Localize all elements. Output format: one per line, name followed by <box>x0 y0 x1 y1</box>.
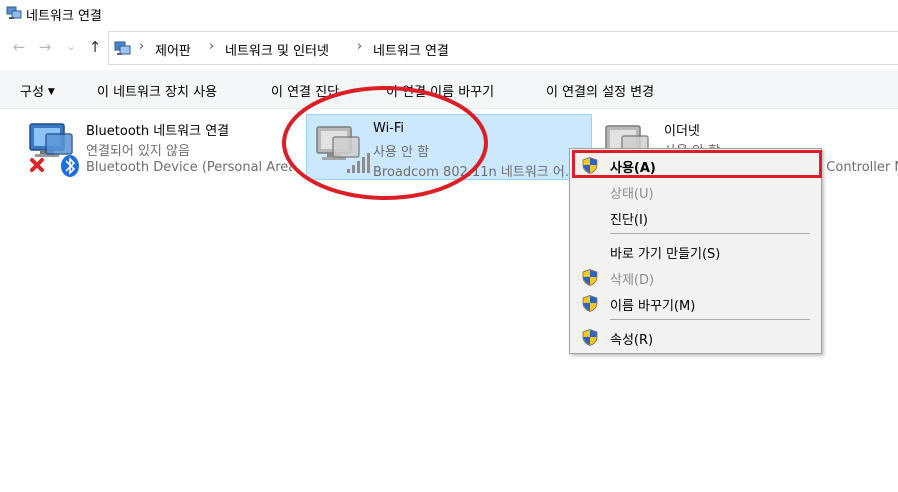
breadcrumb-separator: › <box>357 39 363 54</box>
organize-label: 구성 <box>20 85 44 100</box>
context-menu: 사용(A) 상태(U) 진단(I) 바로 가기 만들기(S) 삭제(D) 이름 … <box>569 148 822 354</box>
connection-device: Bluetooth Device (Personal Area ... <box>86 160 292 175</box>
menu-item-create-shortcut[interactable]: 바로 가기 만들기(S) <box>570 239 821 263</box>
breadcrumb-network-internet[interactable]: 네트워크 및 인터넷 <box>225 40 329 59</box>
connection-name: 이더넷 <box>664 124 700 139</box>
breadcrumb-network-connections[interactable]: 네트워크 연결 <box>373 40 449 59</box>
menu-item-label: 진단(I) <box>610 213 648 228</box>
uac-shield-icon <box>582 329 598 346</box>
change-settings-button[interactable]: 이 연결의 설정 변경 <box>546 81 654 100</box>
menu-item-label: 상태(U) <box>610 187 654 202</box>
breadcrumb-control-panel[interactable]: 제어판 <box>155 40 191 59</box>
up-button[interactable]: ↑ <box>86 38 104 56</box>
menu-separator <box>610 319 810 320</box>
recent-locations-dropdown[interactable]: ⌄ <box>62 38 80 56</box>
window-title: 네트워크 연결 <box>26 9 102 24</box>
menu-item-rename[interactable]: 이름 바꾸기(M) <box>570 291 821 315</box>
network-connections-icon <box>6 6 22 19</box>
menu-item-label: 이름 바꾸기(M) <box>610 299 696 314</box>
organize-menu[interactable]: 구성 ▼ <box>20 81 55 100</box>
chevron-down-icon: ▼ <box>47 87 55 97</box>
uac-shield-icon <box>582 295 598 312</box>
annotation-ellipse <box>282 86 488 200</box>
menu-item-label: 속성(R) <box>610 333 654 348</box>
forward-button[interactable]: → <box>36 38 54 56</box>
menu-item-properties[interactable]: 속성(R) <box>570 325 821 349</box>
address-bar[interactable]: › 제어판 › 네트워크 및 인터넷 › 네트워크 연결 <box>108 31 898 65</box>
title-bar: 네트워크 연결 <box>0 0 898 28</box>
navigation-bar: ← → ⌄ ↑ › 제어판 › 네트워크 및 인터넷 › 네트워크 연결 <box>0 30 898 66</box>
breadcrumb-separator: › <box>209 39 215 54</box>
control-panel-icon <box>114 41 131 55</box>
back-button[interactable]: ← <box>10 38 28 56</box>
annotation-highlight-box <box>572 150 822 178</box>
menu-item-diagnose[interactable]: 진단(I) <box>570 205 821 229</box>
connection-status: 연결되어 있지 않음 <box>86 144 190 159</box>
bluetooth-network-icon <box>29 123 79 177</box>
menu-item-status[interactable]: 상태(U) <box>570 179 821 203</box>
connection-name: Bluetooth 네트워크 연결 <box>86 124 230 139</box>
menu-item-delete[interactable]: 삭제(D) <box>570 265 821 289</box>
disable-device-button[interactable]: 이 네트워크 장치 사용 <box>97 81 217 100</box>
uac-shield-icon <box>582 269 598 286</box>
breadcrumb-separator: › <box>139 39 145 54</box>
menu-item-label: 바로 가기 만들기(S) <box>610 247 721 262</box>
menu-separator <box>610 233 810 234</box>
menu-item-label: 삭제(D) <box>610 273 655 288</box>
connection-item-bluetooth[interactable]: Bluetooth 네트워크 연결 연결되어 있지 않음 Bluetooth D… <box>12 114 294 180</box>
